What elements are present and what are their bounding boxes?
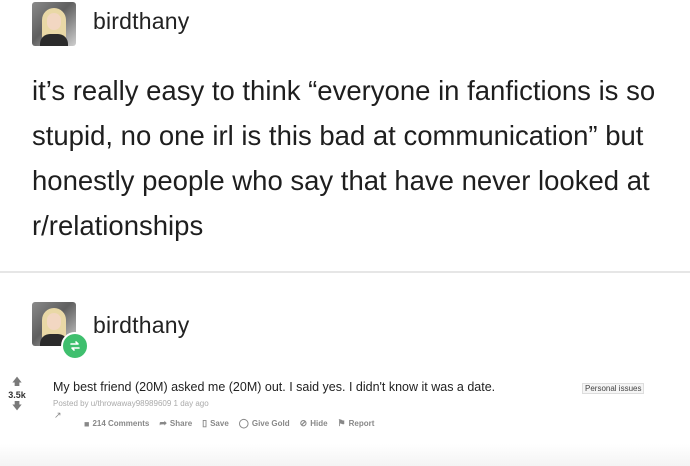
expand-icon[interactable]: ↗ (54, 410, 62, 421)
share-label: Share (169, 419, 193, 428)
comment-icon: ■ (84, 418, 90, 429)
action-bar: ■ 214 Comments ➦ Share ▯ Save ◯ Give Gold ⊘ H… (84, 418, 374, 429)
reddit-post-title[interactable]: My best friend (20M) asked me (20M) out.… (53, 380, 495, 394)
flair-badge: Personal issues (582, 383, 645, 394)
save-label: Save (210, 419, 229, 428)
username-link[interactable]: birdthany (93, 8, 189, 35)
reddit-screenshot: 🡅 3.5k 🡇 My best friend (20M) asked me (… (0, 372, 690, 444)
vote-score: 3.5k (8, 390, 26, 400)
username-link[interactable]: birdthany (93, 312, 189, 339)
bottom-fade (0, 444, 690, 466)
hide-label: Hide (310, 419, 328, 428)
share-icon: ➦ (159, 418, 167, 428)
give-gold-label: Give Gold (251, 419, 290, 428)
hide-button[interactable]: ⊘ Hide (300, 418, 328, 429)
report-label: Report (348, 419, 375, 428)
post-meta: Posted by u/throwaway98989609 1 day ago (53, 399, 209, 408)
give-gold-button[interactable]: ◯ Give Gold (239, 418, 290, 429)
reblog-post: birdthany 🡅 3.5k 🡇 My best friend (20M) … (0, 274, 690, 466)
upvote-icon[interactable]: 🡅 (6, 378, 28, 388)
comments-label: 214 Comments (92, 419, 150, 428)
save-button[interactable]: ▯ Save (202, 418, 229, 429)
vote-column: 🡅 3.5k 🡇 (6, 378, 28, 412)
reblog-icon (61, 332, 89, 360)
downvote-icon[interactable]: 🡇 (6, 402, 28, 412)
flag-icon: ⚑ (337, 418, 346, 428)
report-button[interactable]: ⚑ Report (338, 418, 375, 429)
user-avatar[interactable] (32, 2, 76, 46)
bookmark-icon: ▯ (202, 418, 208, 428)
original-post: birdthany it’s really easy to think “eve… (0, 0, 690, 272)
post-divider (0, 271, 690, 273)
comments-button[interactable]: ■ 214 Comments (84, 418, 149, 429)
hide-icon: ⊘ (299, 418, 308, 428)
post-body-text: it’s really easy to think “everyone in f… (32, 75, 656, 241)
share-button[interactable]: ➦ Share (159, 418, 192, 429)
gold-icon: ◯ (238, 418, 249, 428)
